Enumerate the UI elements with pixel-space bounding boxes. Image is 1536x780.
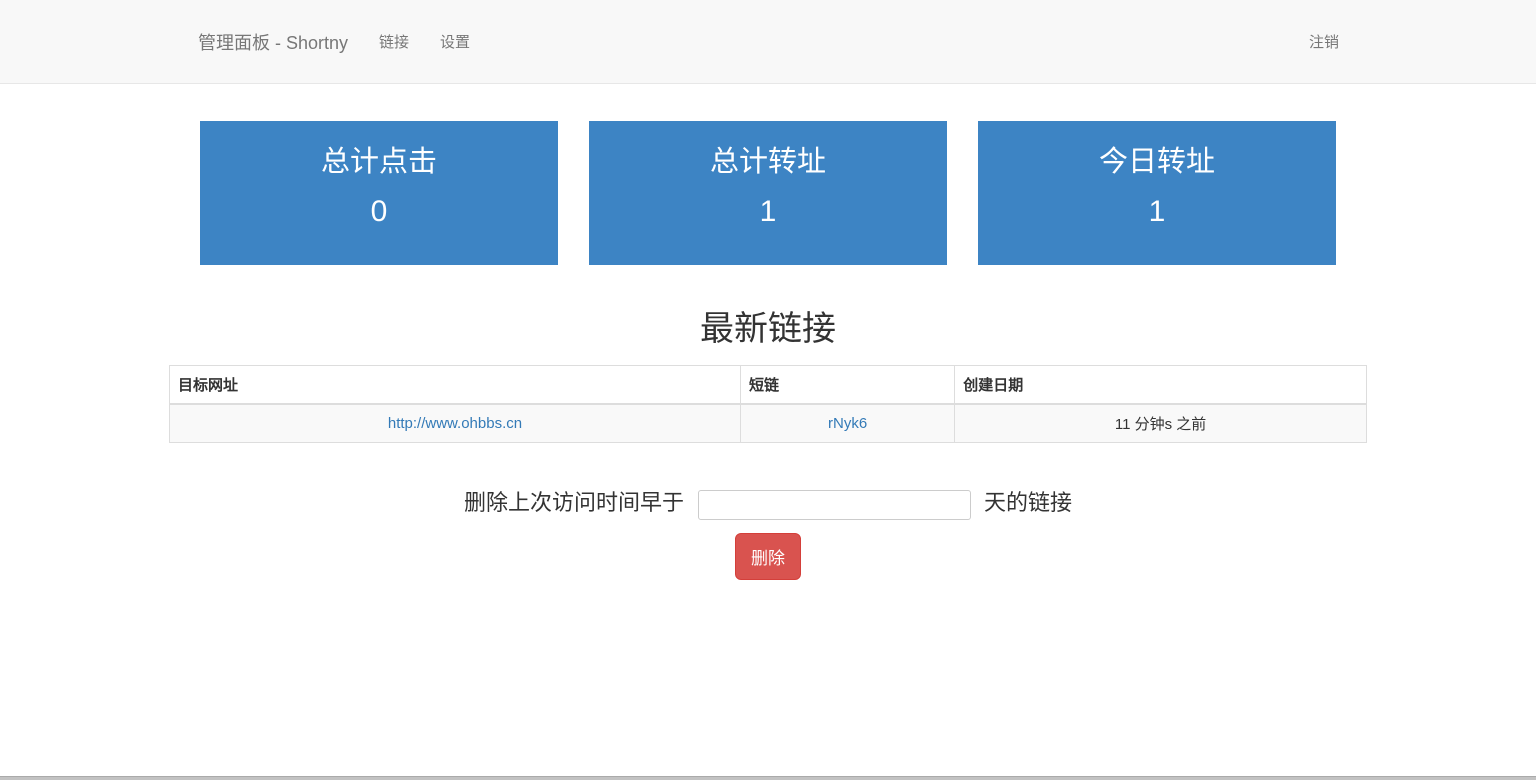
stat-title: 总计转址: [589, 147, 947, 179]
column-header-short-link: 短链: [740, 366, 954, 405]
short-code-link[interactable]: rNyk6: [828, 415, 867, 432]
table-row: http://www.ohbbs.cn rNyk6 11 分钟s 之前: [170, 404, 1367, 443]
navbar-inner: 管理面板 - Shortny 链接 设置 注销: [169, 0, 1367, 83]
stat-title: 总计点击: [200, 147, 558, 179]
button-row: 删除: [169, 533, 1367, 580]
navbar: 管理面板 - Shortny 链接 设置 注销: [0, 0, 1536, 84]
target-url-link[interactable]: http://www.ohbbs.cn: [388, 415, 522, 432]
bottom-edge: [0, 776, 1536, 780]
logout-link[interactable]: 注销: [1309, 31, 1339, 52]
stat-title: 今日转址: [978, 147, 1336, 179]
nav-item-settings[interactable]: 设置: [440, 31, 470, 52]
cleanup-label-after: 天的链接: [984, 490, 1072, 515]
column-header-target-url: 目标网址: [170, 366, 741, 405]
stat-card-total-redirects: 总计转址 1: [589, 121, 947, 265]
brand-link[interactable]: 管理面板 - Shortny: [198, 29, 348, 55]
cell-short-link: rNyk6: [740, 404, 954, 443]
latest-links-title: 最新链接: [169, 301, 1367, 350]
stat-card-today-redirects: 今日转址 1: [978, 121, 1336, 265]
cell-target-url: http://www.ohbbs.cn: [170, 404, 741, 443]
links-table: 目标网址 短链 创建日期 http://www.ohbbs.cn rNyk6 1…: [169, 365, 1367, 443]
main-content: 总计点击 0 总计转址 1 今日转址 1 最新链接 目标网址 短链 创建日期 h…: [169, 121, 1367, 580]
stat-card-total-clicks: 总计点击 0: [200, 121, 558, 265]
stat-value: 0: [200, 195, 558, 229]
table-header-row: 目标网址 短链 创建日期: [170, 366, 1367, 405]
stat-value: 1: [589, 195, 947, 229]
cleanup-form: 删除上次访问时间早于 天的链接: [169, 485, 1367, 520]
nav-item-links[interactable]: 链接: [379, 31, 409, 52]
days-input[interactable]: [698, 490, 971, 520]
stat-value: 1: [978, 195, 1336, 229]
delete-button[interactable]: 删除: [735, 533, 801, 580]
cleanup-label-before: 删除上次访问时间早于: [464, 490, 684, 515]
cell-created-date: 11 分钟s 之前: [955, 404, 1367, 443]
column-header-created-date: 创建日期: [955, 366, 1367, 405]
stats-row: 总计点击 0 总计转址 1 今日转址 1: [169, 121, 1367, 265]
